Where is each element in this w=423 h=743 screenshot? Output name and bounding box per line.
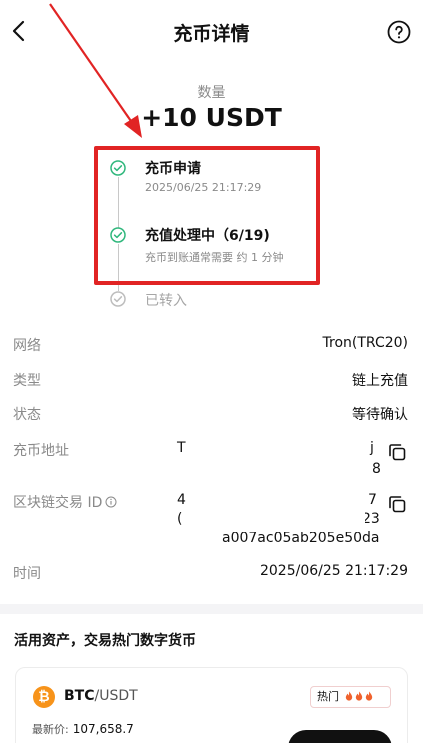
flame-icon — [345, 691, 352, 701]
copy-icon[interactable] — [387, 442, 407, 462]
market-card[interactable]: ₿ BTC/USDT 热门 最新价: 107,658.7 — [15, 667, 408, 743]
promo-title: 活用资产，交易热门数字货币 — [14, 633, 196, 649]
help-circle-icon[interactable] — [387, 20, 411, 44]
amount-label: 数量 — [197, 85, 226, 101]
txid-fragment: ( — [177, 511, 183, 527]
detail-row-network: 网络 Tron(TRC20) — [0, 335, 423, 359]
network-value: Tron(TRC20) — [322, 335, 408, 351]
status-value: 等待确认 — [352, 407, 408, 423]
page-title: 充币详情 — [173, 23, 250, 45]
hot-badge: 热门 — [310, 686, 391, 708]
network-label: 网络 — [13, 338, 41, 354]
address-label: 充币地址 — [13, 443, 69, 459]
info-icon[interactable] — [105, 496, 117, 508]
address-fragment: T — [177, 440, 186, 456]
section-divider — [0, 604, 423, 614]
detail-row-time: 时间 2025/06/25 21:17:29 — [0, 563, 423, 587]
txid-label: 区块链交易 ID — [13, 492, 117, 512]
check-circle-icon — [110, 291, 126, 307]
highlight-box — [94, 146, 320, 285]
trading-pair: BTC/USDT — [64, 688, 138, 704]
time-value: 2025/06/25 21:17:29 — [259, 563, 408, 579]
status-label: 状态 — [13, 407, 41, 423]
step-title-credited: 已转入 — [145, 293, 187, 309]
copy-icon[interactable] — [387, 494, 407, 514]
flame-icon — [355, 691, 362, 701]
txid-fragment: a007ac05ab205e50da — [222, 530, 380, 546]
txid-fragment: 7 — [368, 492, 377, 508]
bitcoin-icon: ₿ — [33, 686, 55, 708]
detail-row-status: 状态 等待确认 — [0, 404, 423, 428]
time-label: 时间 — [13, 566, 41, 582]
type-value: 链上充值 — [352, 373, 408, 389]
type-label: 类型 — [13, 373, 41, 389]
txid-fragment: 4 — [177, 492, 186, 508]
header: 充币详情 — [0, 0, 423, 64]
latest-price: 最新价: 107,658.7 — [32, 722, 134, 736]
address-fragment: j — [370, 440, 374, 456]
trade-button[interactable] — [288, 730, 392, 743]
address-fragment: 8 — [372, 461, 381, 477]
detail-row-type: 类型 链上充值 — [0, 370, 423, 394]
flame-icon — [365, 691, 372, 701]
privacy-mask — [195, 432, 365, 532]
amount-value: +10 USDT — [141, 103, 282, 132]
